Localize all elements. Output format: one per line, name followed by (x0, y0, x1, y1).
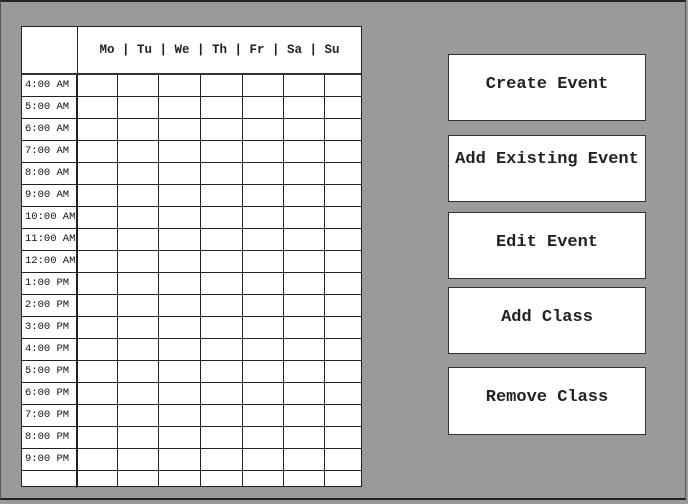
edit-event-button[interactable]: Edit Event (448, 212, 646, 279)
time-row: 7:00 AM (22, 141, 361, 163)
time-row: 8:00 AM (22, 163, 361, 185)
calendar-header: Mo | Tu | We | Th | Fr | Sa | Su (22, 27, 361, 75)
time-row: 1:00 PM (22, 273, 361, 295)
day-column-divider (324, 75, 325, 486)
time-row: 4:00 AM (22, 75, 361, 97)
time-label: 3:00 PM (22, 317, 77, 338)
empty-row (22, 471, 361, 488)
time-label: 6:00 AM (22, 119, 77, 140)
time-label: 4:00 AM (22, 75, 77, 96)
time-label: 2:00 PM (22, 295, 77, 316)
time-label: 8:00 AM (22, 163, 77, 184)
time-row: 7:00 PM (22, 405, 361, 427)
time-row: 2:00 PM (22, 295, 361, 317)
time-label: 9:00 PM (22, 449, 77, 470)
day-column-divider (283, 75, 284, 486)
time-label: 9:00 AM (22, 185, 77, 206)
time-label: 10:00 AM (22, 207, 77, 228)
day-column-divider (77, 75, 78, 486)
time-label: 12:00 AM (22, 251, 77, 272)
create-event-button[interactable]: Create Event (448, 54, 646, 121)
time-row: 9:00 AM (22, 185, 361, 207)
time-label: 11:00 AM (22, 229, 77, 250)
time-label (22, 471, 77, 488)
time-label: 7:00 PM (22, 405, 77, 426)
time-label: 5:00 PM (22, 361, 77, 382)
day-column-divider (242, 75, 243, 486)
time-row: 5:00 AM (22, 97, 361, 119)
weekly-calendar-grid: Mo | Tu | We | Th | Fr | Sa | Su 4:00 AM… (21, 26, 362, 488)
time-row: 11:00 AM (22, 229, 361, 251)
time-row: 6:00 PM (22, 383, 361, 405)
time-label: 8:00 PM (22, 427, 77, 448)
time-label: 6:00 PM (22, 383, 77, 404)
time-row: 5:00 PM (22, 361, 361, 383)
time-row: 12:00 AM (22, 251, 361, 273)
time-label: 5:00 AM (22, 97, 77, 118)
add-existing-event-button[interactable]: Add Existing Event (448, 135, 646, 202)
time-row: 9:00 PM (22, 449, 361, 471)
day-labels: Mo | Tu | We | Th | Fr | Sa | Su (99, 43, 340, 57)
time-label: 1:00 PM (22, 273, 77, 294)
day-column-divider (200, 75, 201, 486)
time-label: 4:00 PM (22, 339, 77, 360)
time-row: 3:00 PM (22, 317, 361, 339)
time-row: 4:00 PM (22, 339, 361, 361)
time-label: 7:00 AM (22, 141, 77, 162)
day-column-divider (158, 75, 159, 486)
time-row: 10:00 AM (22, 207, 361, 229)
header-corner (22, 27, 78, 73)
time-row: 6:00 AM (22, 119, 361, 141)
remove-class-button[interactable]: Remove Class (448, 367, 646, 435)
add-class-button[interactable]: Add Class (448, 287, 646, 354)
day-column-divider (117, 75, 118, 486)
time-row: 8:00 PM (22, 427, 361, 449)
